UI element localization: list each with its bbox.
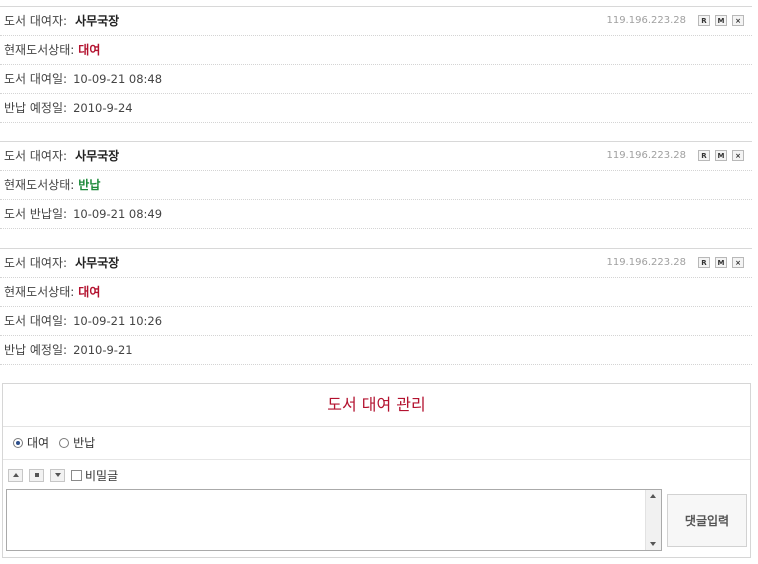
field-label: 도서 대여자: (4, 149, 68, 163)
status-value: 대여 (78, 43, 101, 57)
field-label: 도서 반납일: (4, 207, 68, 221)
ip-address: 119.196.223.28 (606, 15, 686, 26)
status-value: 반납 (78, 178, 101, 192)
reply-button[interactable]: R (698, 15, 710, 26)
status-value: 대여 (78, 285, 101, 299)
entry-row: 도서 반납일: 10-09-21 08:49 (0, 200, 752, 229)
reply-button[interactable]: R (698, 257, 710, 268)
field-value: 2010-9-24 (73, 101, 133, 115)
scroll-up-icon[interactable] (650, 494, 656, 498)
reply-button[interactable]: R (698, 150, 710, 161)
scroll-down-icon[interactable] (650, 542, 656, 546)
entry-actions: R M × (698, 15, 744, 26)
secret-label: 비밀글 (85, 468, 119, 483)
field-label: 현재도서상태: (4, 285, 75, 299)
comment-toolbar: 비밀글 (3, 460, 750, 490)
modify-button[interactable]: M (715, 15, 727, 26)
entry-row: 도서 대여일: 10-09-21 08:48 (0, 65, 752, 94)
secret-checkbox[interactable] (71, 469, 82, 481)
field-label: 반납 예정일: (4, 101, 68, 115)
comment-submit-button[interactable]: 댓글입력 (667, 494, 747, 547)
status-radio-group: 대여 반납 (3, 427, 750, 460)
delete-button[interactable]: × (732, 257, 744, 268)
panel-title: 도서 대여 관리 (3, 384, 750, 427)
radio-rent[interactable]: 대여 (13, 427, 49, 459)
field-label: 도서 대여일: (4, 72, 68, 86)
field-label: 도서 대여일: (4, 314, 68, 328)
entry-row: 현재도서상태: 대여 (0, 278, 752, 307)
field-value: 10-09-21 08:48 (73, 72, 163, 86)
entry-row: 현재도서상태: 반납 (0, 171, 752, 200)
rental-management-panel: 도서 대여 관리 대여 반납 비밀글 댓글입력 (2, 383, 751, 558)
entry-row: 현재도서상태: 대여 (0, 36, 752, 65)
radio-return[interactable]: 반납 (59, 427, 95, 459)
modify-button[interactable]: M (715, 150, 727, 161)
textarea-scrollbar[interactable] (645, 490, 661, 550)
square-icon[interactable] (29, 468, 44, 482)
renter-name: 사무국장 (75, 256, 120, 270)
ip-address: 119.196.223.28 (606, 150, 686, 161)
entry-row: 도서 대여일: 10-09-21 10:26 (0, 307, 752, 336)
comment-textarea[interactable] (6, 489, 662, 551)
entry-row: 반납 예정일: 2010-9-21 (0, 336, 752, 365)
field-value: 2010-9-21 (73, 343, 133, 357)
field-label: 도서 대여자: (4, 256, 68, 270)
field-label: 현재도서상태: (4, 43, 75, 57)
comment-entry: 도서 대여자: 사무국장 119.196.223.28 R M × 현재도서상태: 대여 도서 … (0, 6, 752, 123)
modify-button[interactable]: M (715, 257, 727, 268)
entry-actions: R M × (698, 150, 744, 161)
entry-row: 도서 대여자: 사무국장 119.196.223.28 R M × (0, 249, 752, 278)
field-value: 10-09-21 10:26 (73, 314, 163, 328)
delete-button[interactable]: × (732, 150, 744, 161)
field-label: 반납 예정일: (4, 343, 68, 357)
comment-entry: 도서 대여자: 사무국장 119.196.223.28 R M × 현재도서상태: 반납 도서 … (0, 141, 752, 229)
comment-entry: 도서 대여자: 사무국장 119.196.223.28 R M × 현재도서상태: 대여 도서 … (0, 248, 752, 365)
renter-name: 사무국장 (75, 14, 120, 28)
delete-button[interactable]: × (732, 15, 744, 26)
entry-actions: R M × (698, 257, 744, 268)
radio-return-circle[interactable] (59, 438, 70, 448)
triangle-down-icon[interactable] (50, 468, 65, 482)
renter-name: 사무국장 (75, 149, 120, 163)
radio-return-label: 반납 (73, 436, 96, 450)
entry-row: 도서 대여자: 사무국장 119.196.223.28 R M × (0, 7, 752, 36)
triangle-up-icon[interactable] (8, 468, 23, 482)
field-value: 10-09-21 08:49 (73, 207, 163, 221)
radio-rent-label: 대여 (27, 436, 50, 450)
entry-row: 반납 예정일: 2010-9-24 (0, 94, 752, 123)
radio-rent-circle[interactable] (13, 438, 23, 448)
ip-address: 119.196.223.28 (606, 257, 686, 268)
field-label: 도서 대여자: (4, 14, 68, 28)
entry-row: 도서 대여자: 사무국장 119.196.223.28 R M × (0, 142, 752, 171)
field-label: 현재도서상태: (4, 178, 75, 192)
